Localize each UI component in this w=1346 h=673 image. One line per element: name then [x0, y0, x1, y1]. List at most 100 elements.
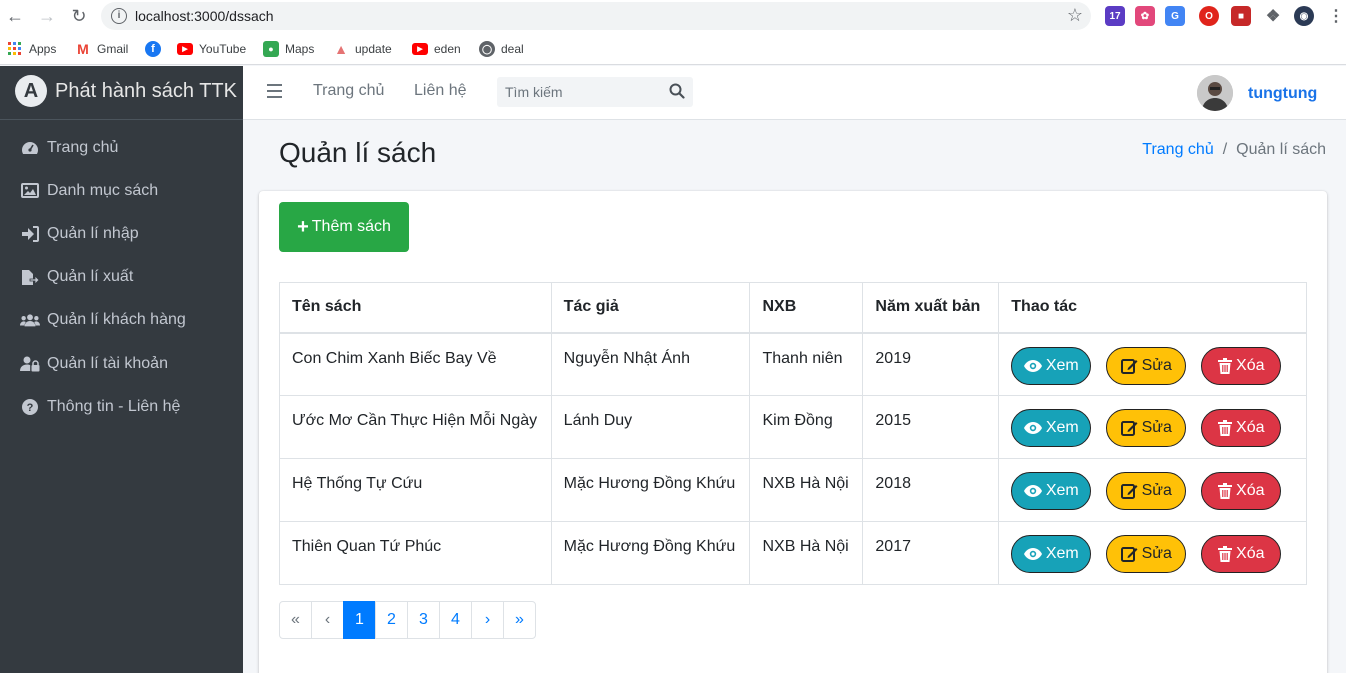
- red-extension-icon[interactable]: ■: [1231, 6, 1251, 26]
- bookmark-eden[interactable]: ▶ eden: [412, 39, 461, 59]
- brand-logo-icon: A: [15, 75, 47, 107]
- brand[interactable]: A Phát hành sách TTK: [0, 66, 243, 120]
- sidebar-item-book-categories[interactable]: Danh mục sách: [0, 169, 243, 212]
- view-button[interactable]: Xem: [1011, 535, 1092, 573]
- lotus-extension-icon[interactable]: ✿: [1135, 6, 1155, 26]
- page-next-button[interactable]: ›: [471, 601, 504, 639]
- forward-icon[interactable]: →: [35, 4, 59, 28]
- sidebar-item-label: Quản lí nhập: [47, 224, 139, 242]
- username[interactable]: tungtung: [1248, 85, 1317, 103]
- cell-year: 2017: [862, 521, 1000, 585]
- eye-icon: [1023, 548, 1042, 560]
- view-button[interactable]: Xem: [1011, 346, 1092, 385]
- bookmark-star-icon[interactable]: ☆: [1067, 5, 1083, 26]
- cell-author: Mặc Hương Đồng Khứu: [550, 521, 751, 585]
- bookmark-facebook[interactable]: f: [145, 39, 167, 59]
- view-label: Xem: [1045, 482, 1079, 499]
- edit-icon: [1120, 483, 1138, 499]
- bookmark-gmail[interactable]: M Gmail: [75, 39, 128, 59]
- browser-menu-icon[interactable]: ⋮: [1326, 6, 1346, 26]
- trash-icon: [1218, 546, 1233, 562]
- sidebar-item-contact-info[interactable]: ? Thông tin - Liên hệ: [0, 385, 243, 428]
- cell-actions: Xem Sửa Xóa: [998, 458, 1307, 522]
- search-input[interactable]: Tìm kiếm: [505, 84, 563, 100]
- page-4-button[interactable]: 4: [439, 601, 472, 639]
- back-icon[interactable]: ←: [3, 4, 27, 28]
- bookmarks-bar: Apps M Gmail f ▶ YouTube ● Maps ▲ update…: [0, 33, 1346, 65]
- youtube-icon: ▶: [177, 43, 193, 55]
- bookmark-label: Apps: [29, 42, 57, 56]
- cell-title: Thiên Quan Tứ Phúc: [279, 521, 552, 585]
- svg-text:?: ?: [27, 402, 34, 414]
- bookmark-apps[interactable]: Apps: [7, 39, 56, 59]
- address-bar[interactable]: i localhost:3000/dssach ☆: [101, 2, 1091, 30]
- hamburger-menu-icon[interactable]: [267, 84, 282, 98]
- header-year: Năm xuất bản: [862, 282, 1000, 334]
- eye-icon: [1023, 422, 1042, 434]
- cell-author: Lánh Duy: [550, 395, 751, 459]
- bookmark-label: deal: [501, 42, 524, 56]
- opera-extension-icon[interactable]: O: [1199, 6, 1219, 26]
- delete-button[interactable]: Xóa: [1201, 409, 1282, 447]
- header-title: Tên sách: [279, 282, 552, 334]
- page-1-button[interactable]: 1: [343, 601, 376, 639]
- translate-extension-icon[interactable]: G: [1165, 6, 1185, 26]
- brand-text: Phát hành sách TTK: [55, 80, 237, 102]
- edit-button[interactable]: Sửa: [1106, 409, 1187, 447]
- apps-grid-icon: [7, 41, 23, 57]
- delete-button[interactable]: Xóa: [1201, 472, 1282, 510]
- trash-icon: [1218, 483, 1233, 499]
- sidebar-item-label: Quản lí xuất: [47, 268, 134, 286]
- sidebar-item-customers[interactable]: Quản lí khách hàng: [0, 299, 243, 342]
- delete-button[interactable]: Xóa: [1201, 346, 1282, 385]
- user-lock-icon: [20, 355, 40, 373]
- sidebar-item-home[interactable]: Trang chủ: [0, 126, 243, 169]
- puzzle-extensions-icon[interactable]: ❖: [1263, 6, 1283, 26]
- header-author: Tác giả: [550, 282, 751, 334]
- edit-label: Sửa: [1141, 482, 1172, 499]
- edit-button[interactable]: Sửa: [1106, 472, 1187, 510]
- nav-link-contact[interactable]: Liên hệ: [414, 82, 467, 100]
- edit-icon: [1120, 420, 1138, 436]
- sidebar-item-export[interactable]: Quản lí xuất: [0, 256, 243, 299]
- reload-icon[interactable]: ↻: [67, 4, 91, 28]
- gmail-icon: M: [77, 41, 89, 57]
- cell-actions: Xem Sửa Xóa: [998, 332, 1307, 396]
- search-icon[interactable]: [669, 83, 685, 104]
- bookmark-youtube[interactable]: ▶ YouTube: [177, 39, 246, 59]
- sidebar-item-accounts[interactable]: Quản lí tài khoản: [0, 342, 243, 385]
- add-book-label: Thêm sách: [311, 218, 391, 235]
- search-box[interactable]: Tìm kiếm: [497, 77, 693, 107]
- view-button[interactable]: Xem: [1011, 409, 1092, 447]
- sidebar-item-import[interactable]: Quản lí nhập: [0, 212, 243, 255]
- sidebar-item-label: Trang chủ: [47, 138, 119, 156]
- cell-publisher: Thanh niên: [749, 332, 864, 396]
- bookmark-update[interactable]: ▲ update: [333, 39, 392, 59]
- extension-badge-count: 17: [1109, 10, 1121, 22]
- profile-avatar-icon[interactable]: ◉: [1294, 6, 1314, 26]
- add-book-button[interactable]: + Thêm sách: [279, 202, 409, 252]
- table-header-row: Tên sách Tác giả NXB Năm xuất bản Thao t…: [279, 282, 1307, 334]
- view-label: Xem: [1045, 419, 1079, 436]
- edit-button[interactable]: Sửa: [1106, 346, 1187, 385]
- site-info-icon[interactable]: i: [111, 8, 127, 24]
- page-prev-button[interactable]: ‹: [311, 601, 344, 639]
- delete-button[interactable]: Xóa: [1201, 535, 1282, 573]
- page-first-button[interactable]: «: [279, 601, 312, 639]
- nav-link-home[interactable]: Trang chủ: [313, 82, 384, 100]
- page-3-button[interactable]: 3: [407, 601, 440, 639]
- bookmark-maps[interactable]: ● Maps: [263, 39, 314, 59]
- question-circle-icon: ?: [20, 398, 40, 416]
- extension-badge-icon[interactable]: 17: [1105, 6, 1125, 26]
- user-avatar[interactable]: [1197, 75, 1233, 111]
- bookmark-deal[interactable]: ◯ deal: [479, 39, 524, 59]
- breadcrumb-home[interactable]: Trang chủ: [1142, 141, 1213, 159]
- cell-year: 2015: [862, 395, 1000, 459]
- eye-icon: [1023, 359, 1042, 372]
- sidebar-menu: Trang chủ Danh mục sách Quản lí nhập Quả…: [0, 126, 243, 428]
- edit-button[interactable]: Sửa: [1106, 535, 1187, 573]
- bookmark-label: update: [355, 42, 392, 56]
- page-last-button[interactable]: »: [503, 601, 536, 639]
- page-2-button[interactable]: 2: [375, 601, 408, 639]
- view-button[interactable]: Xem: [1011, 472, 1092, 510]
